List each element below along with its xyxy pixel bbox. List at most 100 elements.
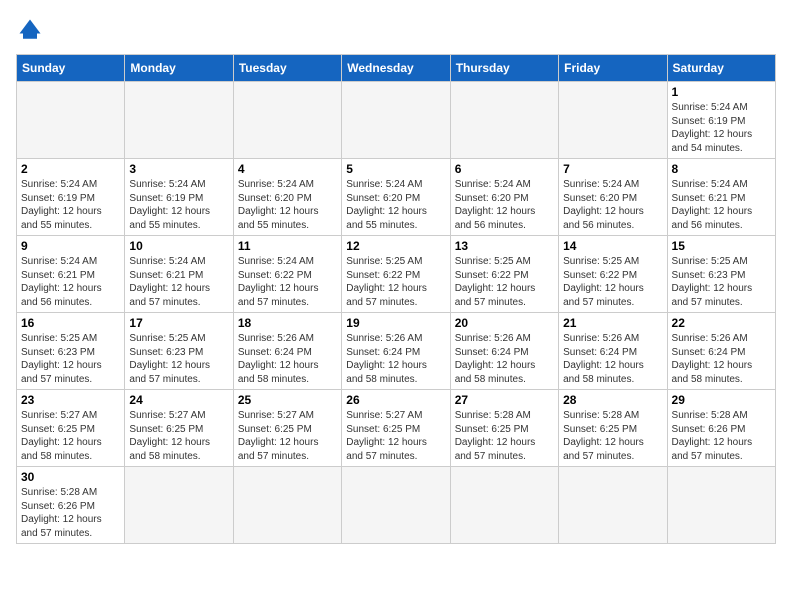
calendar-week-row: 30Sunrise: 5:28 AM Sunset: 6:26 PM Dayli…	[17, 467, 776, 544]
day-info: Sunrise: 5:25 AM Sunset: 6:22 PM Dayligh…	[346, 255, 445, 309]
day-number: 7	[563, 162, 662, 176]
day-number: 2	[21, 162, 120, 176]
calendar-cell: 15Sunrise: 5:25 AM Sunset: 6:23 PM Dayli…	[667, 236, 775, 313]
calendar-cell: 14Sunrise: 5:25 AM Sunset: 6:22 PM Dayli…	[559, 236, 667, 313]
calendar-header-sunday: Sunday	[17, 55, 125, 82]
day-info: Sunrise: 5:27 AM Sunset: 6:25 PM Dayligh…	[21, 409, 120, 463]
calendar-cell	[450, 467, 558, 544]
day-number: 20	[455, 316, 554, 330]
calendar-header-wednesday: Wednesday	[342, 55, 450, 82]
calendar-cell	[233, 467, 341, 544]
day-number: 23	[21, 393, 120, 407]
day-info: Sunrise: 5:24 AM Sunset: 6:20 PM Dayligh…	[346, 178, 445, 232]
day-info: Sunrise: 5:27 AM Sunset: 6:25 PM Dayligh…	[129, 409, 228, 463]
day-number: 5	[346, 162, 445, 176]
day-info: Sunrise: 5:24 AM Sunset: 6:21 PM Dayligh…	[672, 178, 771, 232]
day-number: 25	[238, 393, 337, 407]
calendar-cell: 28 Sunrise: 5:28 AM Sunset: 6:25 PM Dayli…	[559, 390, 667, 467]
day-info: Sunrise: 5:24 AM Sunset: 6:20 PM Dayligh…	[563, 178, 662, 232]
day-number: 29	[672, 393, 771, 407]
calendar-cell	[233, 82, 341, 159]
calendar-cell: 1 Sunrise: 5:24 AM Sunset: 6:19 PM Daylig…	[667, 82, 775, 159]
day-number: 6	[455, 162, 554, 176]
calendar-week-row: 16Sunrise: 5:25 AM Sunset: 6:23 PM Dayli…	[17, 313, 776, 390]
day-number: 3	[129, 162, 228, 176]
calendar-cell: 10Sunrise: 5:24 AM Sunset: 6:21 PM Dayli…	[125, 236, 233, 313]
header	[16, 16, 776, 44]
calendar-cell: 3Sunrise: 5:24 AM Sunset: 6:19 PM Daylig…	[125, 159, 233, 236]
calendar-cell	[667, 467, 775, 544]
calendar-cell: 22 Sunrise: 5:26 AM Sunset: 6:24 PM Dayli…	[667, 313, 775, 390]
day-info: Sunrise: 5:28 AM Sunset: 6:26 PM Dayligh…	[21, 486, 120, 540]
calendar-cell: 13Sunrise: 5:25 AM Sunset: 6:22 PM Dayli…	[450, 236, 558, 313]
calendar-cell: 29 Sunrise: 5:28 AM Sunset: 6:26 PM Dayli…	[667, 390, 775, 467]
calendar-header-monday: Monday	[125, 55, 233, 82]
calendar-cell: 6 Sunrise: 5:24 AM Sunset: 6:20 PM Daylig…	[450, 159, 558, 236]
day-info: Sunrise: 5:25 AM Sunset: 6:23 PM Dayligh…	[129, 332, 228, 386]
day-info: Sunrise: 5:28 AM Sunset: 6:25 PM Dayligh…	[455, 409, 554, 463]
day-info: Sunrise: 5:25 AM Sunset: 6:22 PM Dayligh…	[563, 255, 662, 309]
day-number: 8	[672, 162, 771, 176]
day-info: Sunrise: 5:25 AM Sunset: 6:22 PM Dayligh…	[455, 255, 554, 309]
calendar-cell: 4 Sunrise: 5:24 AM Sunset: 6:20 PM Daylig…	[233, 159, 341, 236]
calendar-week-row: 2Sunrise: 5:24 AM Sunset: 6:19 PM Daylig…	[17, 159, 776, 236]
calendar-cell	[125, 82, 233, 159]
calendar-header-thursday: Thursday	[450, 55, 558, 82]
day-number: 19	[346, 316, 445, 330]
calendar-header-tuesday: Tuesday	[233, 55, 341, 82]
calendar-header-friday: Friday	[559, 55, 667, 82]
day-info: Sunrise: 5:24 AM Sunset: 6:19 PM Dayligh…	[672, 101, 771, 155]
calendar-week-row: 1 Sunrise: 5:24 AM Sunset: 6:19 PM Daylig…	[17, 82, 776, 159]
calendar-cell: 5 Sunrise: 5:24 AM Sunset: 6:20 PM Daylig…	[342, 159, 450, 236]
calendar-cell	[342, 467, 450, 544]
calendar-cell: 17 Sunrise: 5:25 AM Sunset: 6:23 PM Dayli…	[125, 313, 233, 390]
calendar-cell: 11Sunrise: 5:24 AM Sunset: 6:22 PM Dayli…	[233, 236, 341, 313]
day-number: 17	[129, 316, 228, 330]
day-number: 28	[563, 393, 662, 407]
day-info: Sunrise: 5:28 AM Sunset: 6:25 PM Dayligh…	[563, 409, 662, 463]
calendar-cell: 7 Sunrise: 5:24 AM Sunset: 6:20 PM Daylig…	[559, 159, 667, 236]
calendar-cell	[559, 82, 667, 159]
calendar-cell: 25Sunrise: 5:27 AM Sunset: 6:25 PM Dayli…	[233, 390, 341, 467]
day-number: 24	[129, 393, 228, 407]
calendar-cell	[17, 82, 125, 159]
calendar-cell	[342, 82, 450, 159]
day-info: Sunrise: 5:26 AM Sunset: 6:24 PM Dayligh…	[238, 332, 337, 386]
calendar-cell	[450, 82, 558, 159]
logo	[16, 16, 48, 44]
calendar-header-row: SundayMondayTuesdayWednesdayThursdayFrid…	[17, 55, 776, 82]
calendar-cell: 9Sunrise: 5:24 AM Sunset: 6:21 PM Daylig…	[17, 236, 125, 313]
day-number: 1	[672, 85, 771, 99]
day-number: 15	[672, 239, 771, 253]
calendar-week-row: 9Sunrise: 5:24 AM Sunset: 6:21 PM Daylig…	[17, 236, 776, 313]
day-info: Sunrise: 5:27 AM Sunset: 6:25 PM Dayligh…	[346, 409, 445, 463]
day-info: Sunrise: 5:24 AM Sunset: 6:20 PM Dayligh…	[455, 178, 554, 232]
calendar-cell: 23 Sunrise: 5:27 AM Sunset: 6:25 PM Dayli…	[17, 390, 125, 467]
day-number: 10	[129, 239, 228, 253]
calendar-cell: 24 Sunrise: 5:27 AM Sunset: 6:25 PM Dayli…	[125, 390, 233, 467]
day-number: 11	[238, 239, 337, 253]
calendar-cell: 16Sunrise: 5:25 AM Sunset: 6:23 PM Dayli…	[17, 313, 125, 390]
day-number: 9	[21, 239, 120, 253]
day-number: 22	[672, 316, 771, 330]
calendar-cell: 18 Sunrise: 5:26 AM Sunset: 6:24 PM Dayli…	[233, 313, 341, 390]
day-number: 27	[455, 393, 554, 407]
day-info: Sunrise: 5:26 AM Sunset: 6:24 PM Dayligh…	[672, 332, 771, 386]
logo-icon	[16, 16, 44, 44]
calendar-cell: 20 Sunrise: 5:26 AM Sunset: 6:24 PM Dayli…	[450, 313, 558, 390]
day-info: Sunrise: 5:26 AM Sunset: 6:24 PM Dayligh…	[563, 332, 662, 386]
calendar-header-saturday: Saturday	[667, 55, 775, 82]
day-info: Sunrise: 5:26 AM Sunset: 6:24 PM Dayligh…	[455, 332, 554, 386]
day-number: 18	[238, 316, 337, 330]
calendar-cell: 12Sunrise: 5:25 AM Sunset: 6:22 PM Dayli…	[342, 236, 450, 313]
day-info: Sunrise: 5:28 AM Sunset: 6:26 PM Dayligh…	[672, 409, 771, 463]
calendar-cell: 19Sunrise: 5:26 AM Sunset: 6:24 PM Dayli…	[342, 313, 450, 390]
calendar-table: SundayMondayTuesdayWednesdayThursdayFrid…	[16, 54, 776, 544]
calendar-week-row: 23 Sunrise: 5:27 AM Sunset: 6:25 PM Dayli…	[17, 390, 776, 467]
day-info: Sunrise: 5:24 AM Sunset: 6:20 PM Dayligh…	[238, 178, 337, 232]
day-info: Sunrise: 5:25 AM Sunset: 6:23 PM Dayligh…	[21, 332, 120, 386]
day-number: 4	[238, 162, 337, 176]
calendar-cell: 26Sunrise: 5:27 AM Sunset: 6:25 PM Dayli…	[342, 390, 450, 467]
calendar-cell	[559, 467, 667, 544]
calendar-cell: 21Sunrise: 5:26 AM Sunset: 6:24 PM Dayli…	[559, 313, 667, 390]
